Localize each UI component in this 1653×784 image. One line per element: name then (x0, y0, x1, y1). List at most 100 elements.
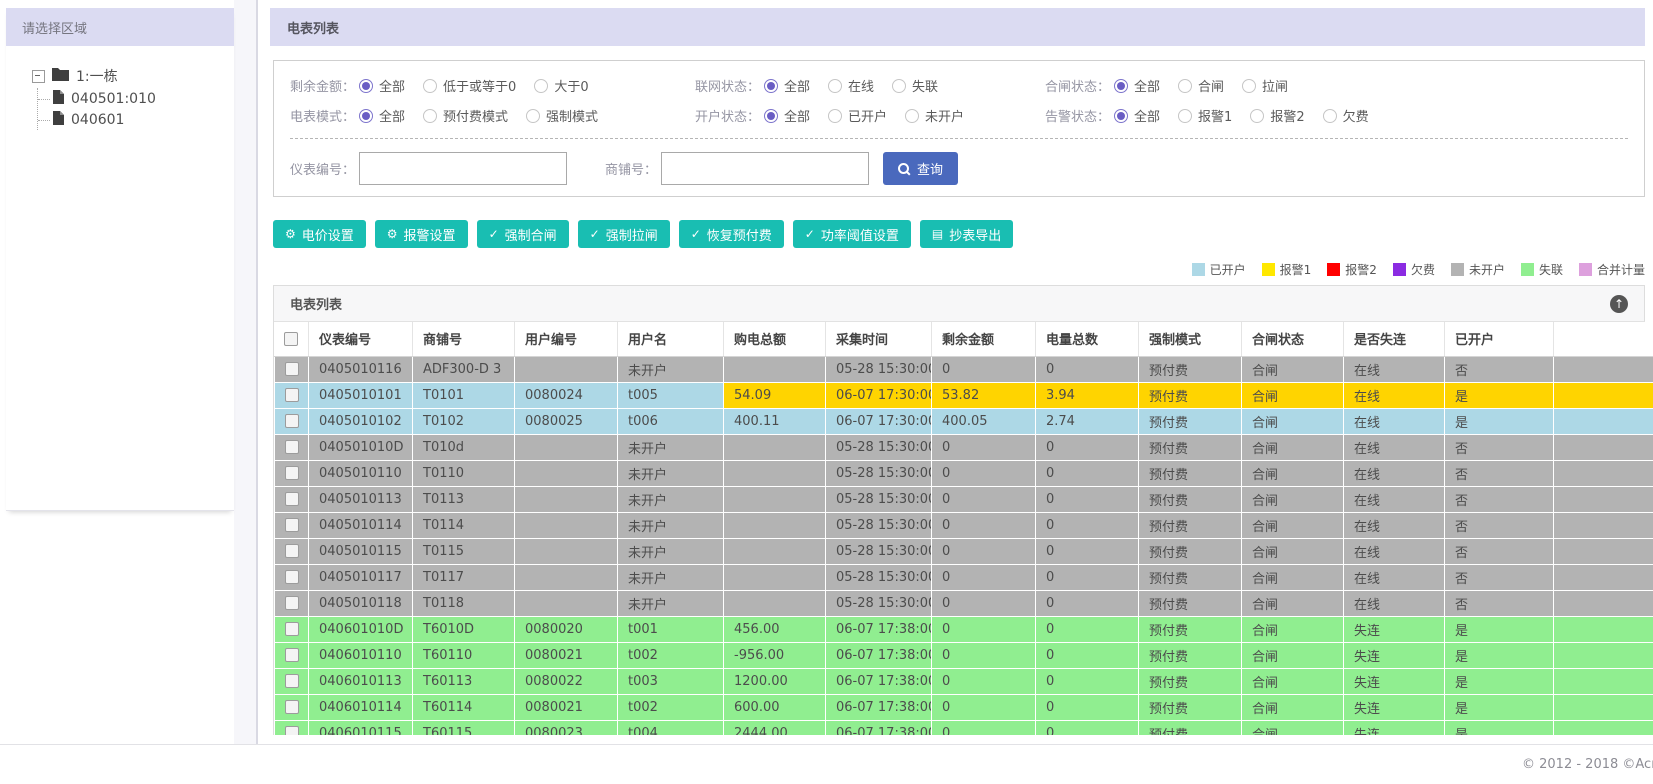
row-checkbox[interactable] (284, 570, 299, 584)
tree-child-label[interactable]: 040601 (71, 112, 124, 128)
radio-option[interactable]: 全部 (359, 106, 405, 125)
sidebar-header: 请选择区域 (6, 8, 234, 46)
toolbar-button[interactable]: ✓ 功率阈值设置 (792, 220, 911, 248)
filter-group: 电表模式： 全部 预付费模式 强制模式 (290, 106, 695, 125)
radio-option[interactable]: 未开户 (905, 106, 964, 125)
radio-icon[interactable] (359, 108, 374, 123)
tree-collapse-icon[interactable] (32, 69, 45, 83)
row-checkbox[interactable] (284, 726, 299, 735)
row-checkbox[interactable] (284, 544, 299, 558)
table-cell: 0 (931, 459, 1036, 487)
search-button[interactable]: 查询 (883, 152, 959, 185)
table-cell: T0115 (412, 537, 515, 565)
row-checkbox[interactable] (284, 596, 299, 610)
meter-no-input[interactable] (359, 152, 568, 185)
row-checkbox[interactable] (284, 414, 299, 428)
radio-icon[interactable] (1114, 108, 1129, 123)
column-header: 强制模式 (1138, 322, 1242, 357)
row-checkbox[interactable] (284, 622, 299, 636)
legend-label: 已开户 (1209, 263, 1246, 277)
radio-option[interactable]: 全部 (1114, 76, 1160, 95)
radio-option[interactable]: 全部 (764, 76, 810, 95)
filter-row-1: 剩余金额： 全部 低于或等于0 大于0 联网状态： 全部 在线 失联 合闸状态： 全部 合闸 拉闸 (274, 76, 1644, 95)
radio-icon[interactable] (1178, 108, 1193, 123)
radio-option[interactable]: 强制模式 (526, 106, 598, 125)
collapse-up-icon[interactable]: ↑ (1610, 294, 1628, 313)
radio-option[interactable]: 低于或等于0 (423, 76, 516, 95)
radio-option[interactable]: 已开户 (828, 106, 887, 125)
table-cell: T0117 (412, 563, 515, 591)
table-cell: t002 (617, 693, 724, 721)
radio-option[interactable]: 合闸 (1178, 76, 1224, 95)
row-checkbox[interactable] (284, 674, 299, 688)
table-cell: T0110 (412, 459, 515, 487)
radio-option[interactable]: 预付费模式 (423, 106, 508, 125)
toolbar-button[interactable]: ✓ 恢复预付费 (678, 220, 784, 248)
table-cell: 预付费 (1138, 433, 1242, 461)
row-checkbox[interactable] (284, 440, 299, 454)
shop-no-input[interactable] (661, 152, 870, 185)
radio-option[interactable]: 拉闸 (1242, 76, 1288, 95)
table-cell: 在线 (1343, 407, 1445, 435)
radio-option[interactable]: 大于0 (534, 76, 589, 95)
radio-option-label: 报警1 (1198, 110, 1233, 125)
toolbar-button[interactable]: ⚙ 电价设置 (273, 220, 366, 248)
toolbar-button[interactable]: ▤ 抄表导出 (919, 220, 1014, 248)
row-checkbox[interactable] (284, 700, 299, 714)
row-checkbox[interactable] (284, 362, 299, 376)
row-select-cell (274, 511, 309, 539)
table-cell: 0406010110 (308, 641, 413, 669)
radio-icon[interactable] (1322, 108, 1337, 123)
radio-icon[interactable] (1250, 108, 1265, 123)
radio-option[interactable]: 失联 (892, 76, 938, 95)
radio-icon[interactable] (905, 108, 920, 123)
radio-icon[interactable] (1114, 78, 1129, 93)
row-checkbox[interactable] (284, 518, 299, 532)
select-all-checkbox[interactable] (284, 331, 299, 346)
radio-option[interactable]: 报警1 (1178, 106, 1232, 125)
table-cell: 预付费 (1138, 667, 1242, 695)
radio-option[interactable]: 在线 (828, 76, 874, 95)
radio-icon[interactable] (764, 78, 779, 93)
radio-option[interactable]: 全部 (1114, 106, 1160, 125)
table-cell: 0080023 (514, 719, 618, 735)
toolbar-button[interactable]: ✓ 强制合闸 (476, 220, 569, 248)
radio-icon[interactable] (892, 78, 907, 93)
radio-option[interactable]: 欠费 (1322, 106, 1369, 125)
table-cell: 合闸 (1241, 537, 1344, 565)
radio-option[interactable]: 报警2 (1250, 106, 1305, 125)
radio-icon[interactable] (828, 78, 843, 93)
tree-root-node[interactable]: 1:一栋 (32, 66, 234, 86)
tree-child-node[interactable]: 040601 (38, 109, 234, 130)
radio-icon[interactable] (423, 78, 438, 93)
table-cell: 53.82 (931, 381, 1036, 409)
radio-icon[interactable] (423, 108, 438, 123)
radio-option-label: 全部 (1134, 110, 1161, 125)
radio-icon[interactable] (1178, 78, 1193, 93)
tree-root-label[interactable]: 1:一栋 (76, 66, 118, 86)
radio-icon[interactable] (828, 108, 843, 123)
toolbar-button[interactable]: ⚙ 报警设置 (374, 220, 468, 248)
radio-icon[interactable] (526, 108, 541, 123)
sidebar-splitter[interactable] (256, 0, 258, 745)
radio-icon[interactable] (1242, 78, 1257, 93)
radio-option[interactable]: 全部 (764, 106, 810, 125)
table-row: 040501010D T010d 未开户 05-28 15:30:00 0 0 预付费 合闸在… (274, 433, 1653, 461)
row-checkbox[interactable] (284, 388, 299, 402)
table-cell-filler (1553, 667, 1653, 695)
filter-group: 开户状态： 全部 已开户 未开户 (695, 106, 1045, 125)
tree-child-node[interactable]: 040501:010 (38, 88, 234, 109)
radio-icon[interactable] (534, 78, 549, 93)
row-checkbox[interactable] (284, 648, 299, 662)
row-checkbox[interactable] (284, 492, 299, 506)
tree-child-label[interactable]: 040501:010 (71, 91, 156, 107)
table-cell: 0405010101 (308, 381, 413, 409)
radio-icon[interactable] (359, 78, 374, 93)
radio-option[interactable]: 全部 (359, 76, 405, 95)
row-checkbox[interactable] (284, 466, 299, 480)
toolbar-button-label: 电价设置 (301, 228, 354, 244)
area-tree: 1:一栋 040501:010 040601 (6, 46, 234, 130)
radio-icon[interactable] (764, 108, 779, 123)
table-cell: t001 (617, 615, 724, 643)
toolbar-button[interactable]: ✓ 强制拉闸 (577, 220, 670, 248)
